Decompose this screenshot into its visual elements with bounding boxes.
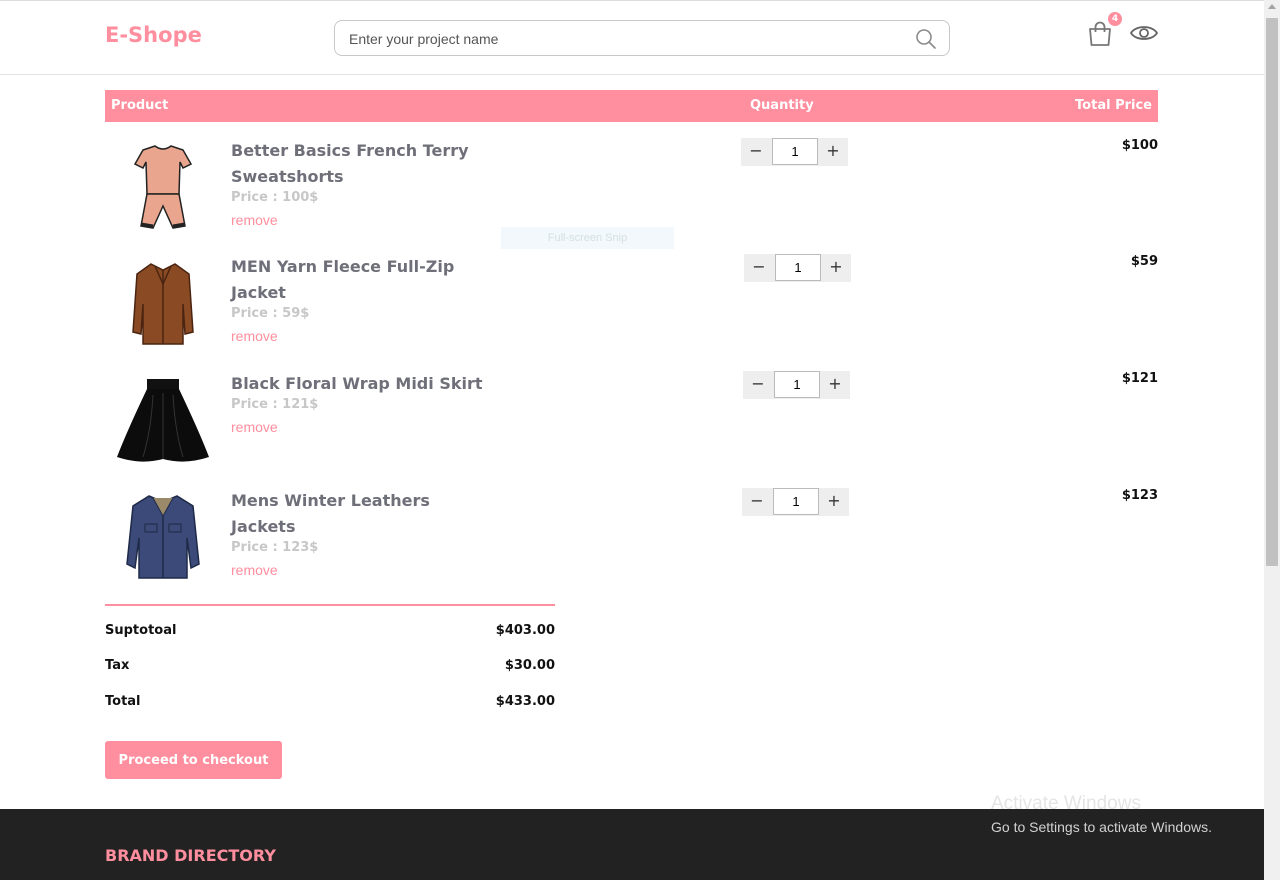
decrease-quantity-button[interactable]: − (742, 488, 772, 516)
tax-label: Tax (105, 658, 130, 673)
scroll-up-arrow-icon[interactable] (1268, 4, 1276, 9)
quantity-input[interactable]: 1 (774, 371, 820, 398)
column-quantity: Quantity (750, 98, 814, 113)
cart-count-badge: 4 (1108, 12, 1122, 26)
quantity-input[interactable]: 1 (773, 488, 819, 515)
windows-activation-watermark: Activate Windows Go to Settings to activ… (991, 793, 1212, 835)
site-header: E-Shope 4 (0, 1, 1264, 75)
item-total-price: $59 (1130, 254, 1158, 269)
remove-link[interactable]: remove (231, 212, 278, 228)
decrease-quantity-button[interactable]: − (743, 371, 773, 399)
remove-link[interactable]: remove (231, 328, 278, 344)
watermark-title: Activate Windows (991, 793, 1141, 814)
quantity-stepper: − 1 + (744, 254, 851, 282)
item-total-price: $123 (1121, 488, 1158, 503)
product-price: Price : 123$ (231, 540, 319, 555)
proceed-to-checkout-button[interactable]: Proceed to checkout (105, 741, 282, 779)
subtotal-label: Suptotoal (105, 623, 177, 638)
total-amount: $433.00 (495, 694, 555, 709)
search-input[interactable] (349, 29, 909, 49)
product-price: Price : 121$ (231, 397, 319, 412)
column-product: Product (111, 98, 169, 113)
product-image-denim-jacket (126, 495, 200, 579)
product-image-black-skirt (117, 379, 209, 462)
subtotal-amount: $403.00 (495, 623, 555, 638)
product-name[interactable]: MEN Yarn Fleece Full-Zip Jacket (231, 254, 491, 306)
increase-quantity-button[interactable]: + (820, 371, 850, 399)
brand-directory-heading: BRAND DIRECTORY (105, 846, 276, 865)
site-logo[interactable]: E-Shope (105, 23, 202, 47)
cart-table-header: Product Quantity Total Price (105, 90, 1158, 122)
quantity-stepper: − 1 + (741, 138, 848, 166)
page-scrollbar[interactable] (1264, 0, 1280, 880)
full-screen-snip-overlay[interactable]: Full-screen Snip (501, 227, 674, 249)
total-label: Total (105, 694, 141, 709)
eye-icon[interactable] (1129, 22, 1159, 44)
quantity-stepper: − 1 + (742, 488, 849, 516)
scrollbar-thumb[interactable] (1266, 18, 1278, 566)
watermark-subtitle: Go to Settings to activate Windows. (991, 819, 1212, 835)
product-image-brown-coat (132, 263, 194, 345)
item-total-price: $100 (1121, 138, 1158, 153)
product-price: Price : 100$ (231, 190, 319, 205)
product-name[interactable]: Black Floral Wrap Midi Skirt (231, 371, 491, 397)
decrease-quantity-button[interactable]: − (741, 138, 771, 166)
item-total-price: $121 (1121, 371, 1158, 386)
quantity-input[interactable]: 1 (775, 254, 821, 281)
search-icon[interactable] (915, 28, 937, 50)
product-name[interactable]: Mens Winter Leathers Jackets (231, 488, 491, 540)
increase-quantity-button[interactable]: + (819, 488, 849, 516)
summary-divider (105, 604, 555, 606)
quantity-stepper: − 1 + (743, 371, 850, 399)
remove-link[interactable]: remove (231, 562, 278, 578)
remove-link[interactable]: remove (231, 419, 278, 435)
decrease-quantity-button[interactable]: − (744, 254, 774, 282)
product-image-pink-shorts-set (133, 145, 193, 229)
increase-quantity-button[interactable]: + (818, 138, 848, 166)
quantity-input[interactable]: 1 (772, 138, 818, 165)
product-name[interactable]: Better Basics French Terry Sweatshorts (231, 138, 491, 190)
search-bar (334, 20, 950, 56)
product-price: Price : 59$ (231, 306, 310, 321)
column-total-price: Total Price (1075, 98, 1152, 113)
tax-amount: $30.00 (504, 658, 555, 673)
increase-quantity-button[interactable]: + (821, 254, 851, 282)
